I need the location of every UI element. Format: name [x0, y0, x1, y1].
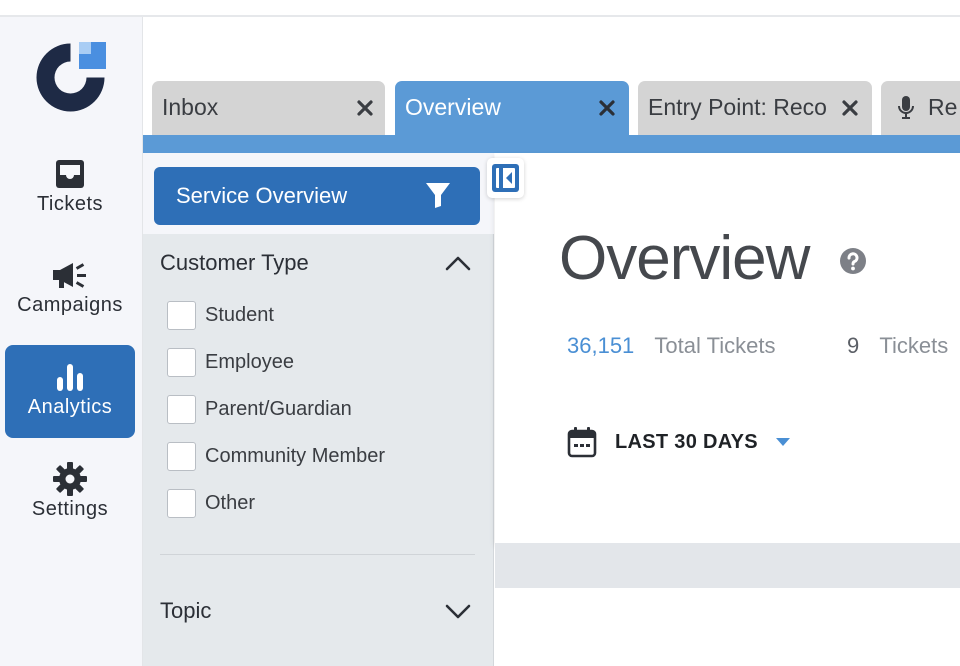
collapse-panel-button[interactable]: [487, 158, 524, 198]
checkbox[interactable]: [167, 488, 196, 518]
tab-entry-point[interactable]: Entry Point: Reco: [638, 81, 872, 135]
overview-card: Overview 36,151 Total Tickets 9 Tickets: [495, 153, 960, 543]
page-title: Overview: [559, 224, 810, 293]
tab-strip: Inbox Overview Entry Point: Reco Re: [143, 17, 960, 135]
checkbox[interactable]: [167, 347, 196, 377]
service-overview-label: Service Overview: [176, 183, 348, 208]
stat-value: 9: [847, 333, 860, 358]
close-icon[interactable]: [355, 98, 375, 118]
help-icon[interactable]: [839, 247, 867, 275]
checkbox[interactable]: [167, 441, 196, 471]
left-nav: Tickets Campaigns Analytics Settings: [0, 17, 143, 666]
secondary-card: [495, 588, 960, 666]
tab-overview[interactable]: Overview: [395, 81, 629, 135]
option-community-member[interactable]: Community Member: [167, 441, 385, 471]
bar-chart-icon: [57, 364, 83, 391]
section-title-topic[interactable]: Topic: [160, 598, 211, 624]
calendar-icon: [567, 427, 597, 458]
close-icon[interactable]: [597, 98, 617, 118]
filter-icon: [426, 183, 450, 208]
nav-label-analytics: Analytics: [27, 396, 113, 418]
chevron-down-icon[interactable]: [444, 601, 472, 621]
checkbox[interactable]: [167, 394, 196, 424]
stat-total-tickets: 36,151 Total Tickets: [567, 333, 775, 359]
tab-label-overview: Overview: [405, 94, 501, 120]
nav-label-tickets: Tickets: [36, 193, 104, 215]
inbox-tray-icon: [56, 160, 84, 188]
section-divider: [160, 554, 475, 555]
tab-label-inbox: Inbox: [162, 94, 219, 120]
stat-tickets: 9 Tickets: [847, 333, 948, 359]
date-range-label: LAST 30 DAYS: [615, 430, 758, 453]
stat-label: Total Tickets: [654, 333, 776, 358]
date-range-selector[interactable]: LAST 30 DAYS: [567, 424, 790, 460]
nav-item-campaigns[interactable]: Campaigns: [5, 243, 135, 336]
service-overview-button[interactable]: Service Overview: [154, 167, 480, 225]
gear-icon: [53, 462, 87, 496]
stat-label: Tickets: [879, 333, 949, 358]
option-parent-guardian[interactable]: Parent/Guardian: [167, 394, 352, 424]
tab-label-entry-point: Entry Point: Reco: [648, 94, 827, 120]
top-bar: [0, 0, 960, 17]
option-other[interactable]: Other: [167, 488, 255, 518]
app-window: Tickets Campaigns Analytics Settings Inb…: [0, 0, 960, 666]
nav-item-analytics[interactable]: Analytics: [5, 345, 135, 438]
option-student[interactable]: Student: [167, 300, 274, 330]
section-title-customer-type[interactable]: Customer Type: [160, 250, 309, 276]
option-label: Employee: [205, 350, 294, 373]
option-label: Community Member: [205, 444, 386, 467]
tab-content-bar: [143, 135, 960, 153]
megaphone-icon: [53, 263, 86, 288]
content-separator: [495, 543, 960, 588]
chevron-up-icon[interactable]: [444, 253, 472, 273]
caret-down-icon: [775, 438, 790, 446]
close-icon[interactable]: [840, 98, 860, 118]
option-label: Parent/Guardian: [205, 397, 352, 420]
nav-item-tickets[interactable]: Tickets: [5, 142, 135, 235]
option-label: Other: [205, 491, 256, 514]
sidebar-collapse-icon: [492, 164, 519, 192]
nav-label-settings: Settings: [31, 498, 109, 520]
tab-label-recording: Re: [928, 94, 958, 120]
filter-header: Service Overview: [143, 153, 494, 234]
option-employee[interactable]: Employee: [167, 347, 294, 377]
nav-item-settings[interactable]: Settings: [5, 447, 135, 540]
tab-inbox[interactable]: Inbox: [152, 81, 385, 135]
checkbox[interactable]: [167, 300, 196, 330]
nav-label-campaigns: Campaigns: [17, 294, 123, 316]
tab-recording[interactable]: Re: [881, 81, 960, 135]
filter-panel: Service Overview Customer Type Student E…: [143, 153, 494, 666]
microphone-icon: [898, 96, 914, 119]
stat-value: 36,151: [567, 333, 635, 358]
brand-logo: [36, 42, 106, 112]
option-label: Student: [205, 303, 274, 326]
